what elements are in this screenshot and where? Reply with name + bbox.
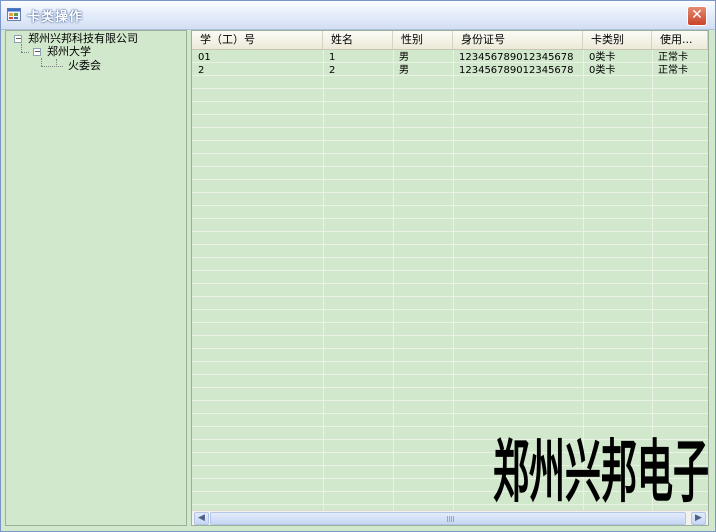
cell-card-type[interactable]: 0类卡 [589,51,649,64]
cell-gender[interactable]: 男 [399,64,449,77]
tree-node-university[interactable]: 郑州大学 [47,45,91,58]
close-icon: ✕ [691,7,703,23]
card-operation-window: 卡类操作 ✕ − 郑州兴邦科技有限公司 − 郑州大学 火委会 学（工）号 姓名 … [0,0,716,532]
tree-connector-line [21,44,22,52]
table-row[interactable]: 2 2 男 123456789012345678 0类卡 正常卡 [192,64,708,77]
company-watermark: 郑州兴邦电子 [493,432,709,512]
grid-column-line [323,50,324,512]
cell-gender[interactable]: 男 [399,51,449,64]
column-header-card-type[interactable]: 卡类别 [583,31,652,49]
window-title: 卡类操作 [27,10,84,25]
tree-connector-line [41,66,63,67]
cell-usage[interactable]: 正常卡 [658,51,708,64]
tree-node-company[interactable]: 郑州兴邦科技有限公司 [28,32,138,45]
watermark-text: 郑州兴邦电子 [493,432,709,512]
column-header-id-card[interactable]: 身份证号 [453,31,583,49]
collapse-child-icon[interactable]: − [33,48,41,56]
column-header-id[interactable]: 学（工）号 [192,31,323,49]
cell-name[interactable]: 2 [329,64,389,77]
collapse-root-icon[interactable]: − [14,35,22,43]
column-header-name[interactable]: 姓名 [323,31,393,49]
cell-usage[interactable]: 正常卡 [658,64,708,77]
cell-name[interactable]: 1 [329,51,389,64]
tree-connector-line [21,52,29,53]
scroll-left-icon[interactable]: ◀ [194,512,209,525]
column-header-gender[interactable]: 性别 [393,31,453,49]
cell-id[interactable]: 2 [198,64,318,77]
cell-id[interactable]: 01 [198,51,318,64]
tree-connector-line [56,59,57,67]
column-header-usage[interactable]: 使用... [652,31,708,49]
tree-connector-line [41,58,42,66]
department-tree[interactable]: − 郑州兴邦科技有限公司 − 郑州大学 火委会 [5,30,187,526]
cell-id-card[interactable]: 123456789012345678 [459,51,581,64]
scroll-grip-icon [447,516,455,522]
grid-column-line [393,50,394,512]
tree-node-committee[interactable]: 火委会 [68,59,101,72]
table-row[interactable]: 01 1 男 123456789012345678 0类卡 正常卡 [192,51,708,64]
cell-id-card[interactable]: 123456789012345678 [459,64,581,77]
app-icon [7,8,21,21]
cell-card-type[interactable]: 0类卡 [589,64,649,77]
grid-column-line [453,50,454,512]
grid-header: 学（工）号 姓名 性别 身份证号 卡类别 使用... [192,31,708,50]
close-button[interactable]: ✕ [687,6,707,26]
title-bar[interactable]: 卡类操作 ✕ [1,1,715,30]
